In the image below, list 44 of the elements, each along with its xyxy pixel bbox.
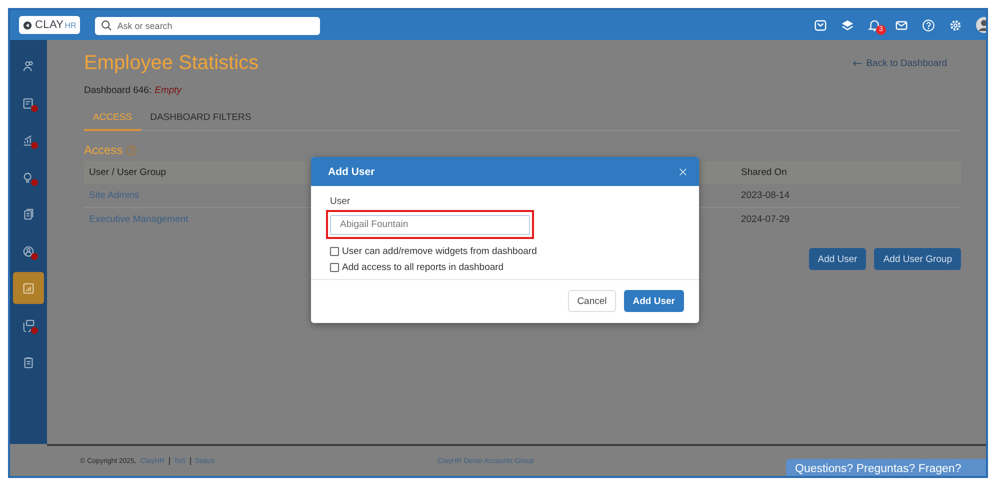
- tab[interactable]: DASHBOARD FILTERS: [141, 108, 260, 131]
- modal-title: Add User: [328, 166, 375, 178]
- option-label[interactable]: Add access to all reports in dashboard: [330, 262, 680, 272]
- tab[interactable]: ACCESS: [84, 108, 142, 131]
- option-label[interactable]: User can add/remove widgets from dashboard: [330, 246, 680, 256]
- logo-suffix: HR: [64, 20, 76, 30]
- report-icon: [22, 282, 35, 294]
- logo[interactable]: CLAY HR: [19, 16, 80, 34]
- docs-icon: [22, 208, 35, 220]
- page-title: Employee Statistics: [84, 52, 259, 75]
- user-field[interactable]: Abigail Fountain: [330, 214, 530, 234]
- settings-icon[interactable]: [949, 18, 962, 32]
- tray-icon[interactable]: [814, 18, 827, 32]
- add-button[interactable]: Add User: [808, 248, 866, 270]
- add-user-button[interactable]: Add User: [624, 290, 684, 312]
- clipboard-icon: [22, 356, 35, 368]
- section-heading: Access: [84, 143, 123, 157]
- close-icon[interactable]: [679, 168, 687, 176]
- logo-icon: [23, 20, 32, 30]
- dashboard-status: Empty: [154, 85, 182, 96]
- chat-tab[interactable]: Questions? Preguntas? Fragen?: [786, 459, 986, 476]
- layers-icon[interactable]: [841, 18, 854, 32]
- checkbox[interactable]: [330, 262, 339, 272]
- mail-icon[interactable]: [895, 18, 908, 32]
- back-arrow-icon: [852, 60, 864, 67]
- back-link[interactable]: Back to Dashboard: [852, 58, 947, 69]
- card-icon: [22, 96, 35, 110]
- field-label: User: [330, 196, 352, 207]
- table-cell: 2024-07-29: [741, 214, 790, 225]
- bell-icon[interactable]: [868, 18, 881, 32]
- sidebar-item[interactable]: [13, 272, 44, 304]
- cancel-button[interactable]: Cancel: [568, 290, 616, 312]
- table-cell: 2023-08-14: [741, 190, 790, 201]
- person-icon: [22, 244, 35, 258]
- column-header: Shared On: [741, 167, 787, 178]
- checkbox[interactable]: [330, 246, 339, 256]
- dashboard-label: Dashboard 646:: [84, 85, 152, 96]
- column-header: User / User Group: [89, 167, 166, 178]
- add-button[interactable]: Add User Group: [874, 248, 961, 270]
- search-field[interactable]: Ask or search: [95, 17, 320, 35]
- logo-text: CLAY: [35, 19, 64, 31]
- search-icon: [101, 20, 112, 30]
- chat-icon: [22, 318, 35, 332]
- people-icon: [22, 60, 35, 72]
